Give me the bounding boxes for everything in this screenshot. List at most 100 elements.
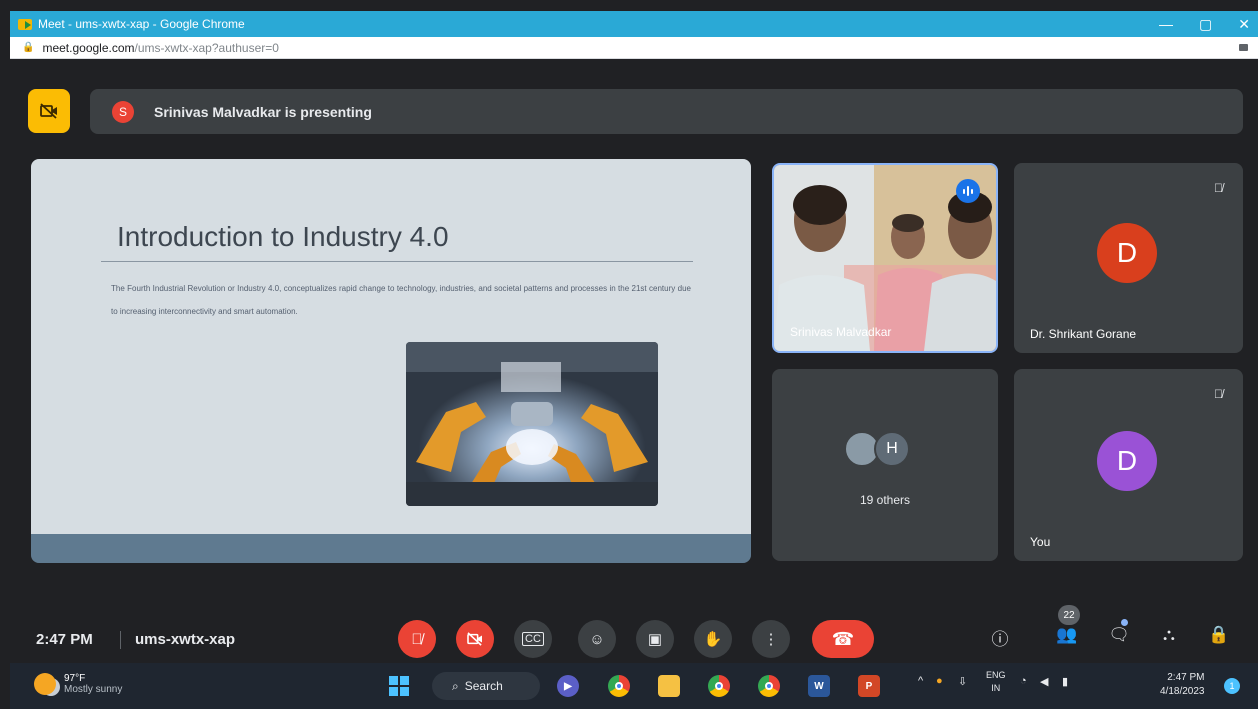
chrome-icon — [765, 682, 773, 690]
mic-off-icon: 🎙̸ — [1214, 181, 1223, 195]
powerpoint-icon: P — [865, 680, 873, 692]
mic-off-icon: 🎙̸ — [1214, 387, 1223, 401]
chrome-profile-app[interactable] — [708, 675, 730, 697]
slide-canvas: Introduction to Industry 4.0 The Fourth … — [31, 159, 751, 534]
raise-hand-button[interactable]: ✋ — [694, 620, 732, 658]
battery-icon[interactable]: ▮ — [1062, 675, 1068, 688]
meet-chat-app[interactable]: ▶ — [557, 675, 579, 697]
slide-title: Introduction to Industry 4.0 — [117, 221, 449, 252]
participant-avatar: D — [1097, 431, 1157, 491]
camera-toggle-button[interactable] — [456, 620, 494, 658]
participant-name: Dr. Shrikant Gorane — [1030, 327, 1137, 341]
microphone-toggle-button[interactable]: 🎙̸ — [398, 620, 436, 658]
camera-off-icon — [40, 103, 57, 119]
captions-button[interactable]: CC — [514, 620, 552, 658]
tray-app-icon[interactable]: ● — [936, 675, 943, 687]
activities-button[interactable]: ⛬ — [1156, 625, 1182, 645]
minimize-button[interactable]: — — [1159, 16, 1173, 32]
present-screen-button[interactable]: ▣ — [636, 620, 674, 658]
slide-title-rule — [101, 261, 693, 262]
title-bar: Meet - ums-xwtx-xap - Google Chrome — ▢ … — [10, 11, 1258, 37]
smiley-icon: ☺ — [589, 630, 605, 648]
participant-name: You — [1030, 535, 1051, 549]
browser-window: Meet - ums-xwtx-xap - Google Chrome — ▢ … — [10, 11, 1258, 709]
hang-up-icon: ☎ — [831, 628, 855, 649]
search-icon: ⌕ — [452, 678, 459, 693]
taskbar-search[interactable]: ⌕ Search — [432, 672, 540, 700]
language-line1: ENG — [986, 670, 1006, 680]
hand-icon: ✋ — [703, 631, 723, 648]
participant-tile-shrikant[interactable]: 🎙̸ D Dr. Shrikant Gorane — [1014, 163, 1243, 353]
people-icon: 👥 — [1056, 625, 1078, 644]
window-controls: — ▢ ✕ — [1159, 11, 1250, 37]
captions-icon: CC — [522, 632, 544, 646]
chat-button[interactable]: 🗨 — [1106, 625, 1132, 645]
word-app[interactable]: W — [808, 675, 830, 697]
lock-person-icon: 🔒 — [1208, 625, 1230, 644]
taskbar-time: 2:47 PM — [1167, 672, 1205, 683]
participant-tile-srinivas[interactable]: Srinivas Malvadkar — [772, 163, 998, 353]
close-button[interactable]: ✕ — [1238, 16, 1250, 33]
chrome-app[interactable] — [608, 675, 630, 697]
presenter-avatar: S — [112, 100, 134, 123]
language-indicator[interactable]: ENG IN — [986, 669, 1006, 695]
lock-icon[interactable]: 🔒 — [22, 42, 34, 53]
others-avatar: H — [874, 431, 910, 467]
meeting-details-button[interactable]: ⓘ — [987, 625, 1013, 650]
wifi-icon[interactable]: ◔ — [1020, 675, 1027, 687]
people-button[interactable]: 👥 — [1054, 625, 1080, 645]
notification-badge[interactable]: 1 — [1224, 678, 1240, 694]
slide-body: The Fourth Industrial Revolution or Indu… — [111, 284, 691, 316]
host-controls-button[interactable]: 🔒 — [1206, 625, 1232, 645]
others-count-label: 19 others — [859, 493, 911, 507]
show-hidden-icons-button[interactable]: ^ — [918, 675, 923, 687]
meeting-controls-bar: 2:47 PM ums-xwtx-xap 🎙̸ CC ☺ ▣ ✋ ⋮ ☎ ⓘ 2… — [10, 605, 1258, 663]
people-count-badge: 22 — [1058, 605, 1080, 625]
maximize-button[interactable]: ▢ — [1199, 16, 1212, 33]
participant-avatar: D — [1097, 223, 1157, 283]
leave-call-button[interactable]: ☎ — [812, 620, 874, 658]
chrome-window-app[interactable] — [758, 675, 780, 697]
url-host: meet.google.com — [42, 40, 135, 55]
weather-widget[interactable]: 97°F Mostly sunny — [34, 673, 122, 695]
windows-logo-icon — [389, 676, 409, 696]
url-path: /ums-xwtx-xap?authuser=0 — [134, 40, 279, 55]
speaking-indicator-icon — [956, 179, 980, 203]
video-chat-icon: ▶ — [564, 680, 572, 692]
mic-off-icon: 🎙̸ — [411, 630, 423, 648]
word-icon: W — [814, 680, 824, 692]
tray-download-icon[interactable]: ⇩ — [958, 675, 967, 688]
activities-icon: ⛬ — [1163, 625, 1175, 644]
taskbar-clock[interactable]: 2:47 PM 4/18/2023 — [1160, 671, 1205, 699]
robot-assembly-line-image — [406, 342, 658, 506]
chrome-icon — [615, 682, 623, 690]
windows-taskbar: 97°F Mostly sunny ⌕ Search ▶ W P ^ ● ⇩ E… — [10, 663, 1258, 709]
language-line2: IN — [991, 683, 1001, 693]
chat-icon: 🗨 — [1108, 625, 1130, 644]
camera-indicator-icon[interactable] — [1239, 44, 1248, 51]
presenting-banner: S Srinivas Malvadkar is presenting — [90, 89, 1243, 134]
weather-description: Mostly sunny — [64, 684, 123, 695]
chrome-icon — [715, 682, 723, 690]
meeting-code: ums-xwtx-xap — [135, 631, 236, 648]
presentation-view[interactable]: Introduction to Industry 4.0 The Fourth … — [31, 159, 751, 563]
emoji-reaction-button[interactable]: ☺ — [578, 620, 616, 658]
camera-off-warning-button[interactable] — [28, 89, 70, 133]
camera-off-icon — [467, 632, 482, 646]
present-icon: ▣ — [647, 631, 663, 648]
meet-favicon-icon — [18, 18, 32, 30]
weather-temperature: 97°F — [64, 673, 86, 684]
others-tile[interactable]: H 19 others — [772, 369, 998, 561]
window-title: Meet - ums-xwtx-xap - Google Chrome — [38, 17, 245, 31]
more-options-button[interactable]: ⋮ — [752, 620, 790, 658]
more-vert-icon: ⋮ — [763, 631, 779, 648]
volume-icon[interactable]: ◀ — [1040, 675, 1048, 688]
address-bar[interactable]: 🔒 meet.google.com/ums-xwtx-xap?authuser=… — [10, 37, 1258, 59]
file-explorer-app[interactable] — [658, 675, 680, 697]
participant-tile-you[interactable]: 🎙̸ D You — [1014, 369, 1243, 561]
meet-stage: S Srinivas Malvadkar is presenting Intro… — [10, 59, 1258, 663]
powerpoint-app[interactable]: P — [858, 675, 880, 697]
participant-name: Srinivas Malvadkar — [790, 325, 892, 339]
start-button[interactable] — [388, 675, 410, 697]
presenting-text: Srinivas Malvadkar is presenting — [154, 103, 372, 120]
